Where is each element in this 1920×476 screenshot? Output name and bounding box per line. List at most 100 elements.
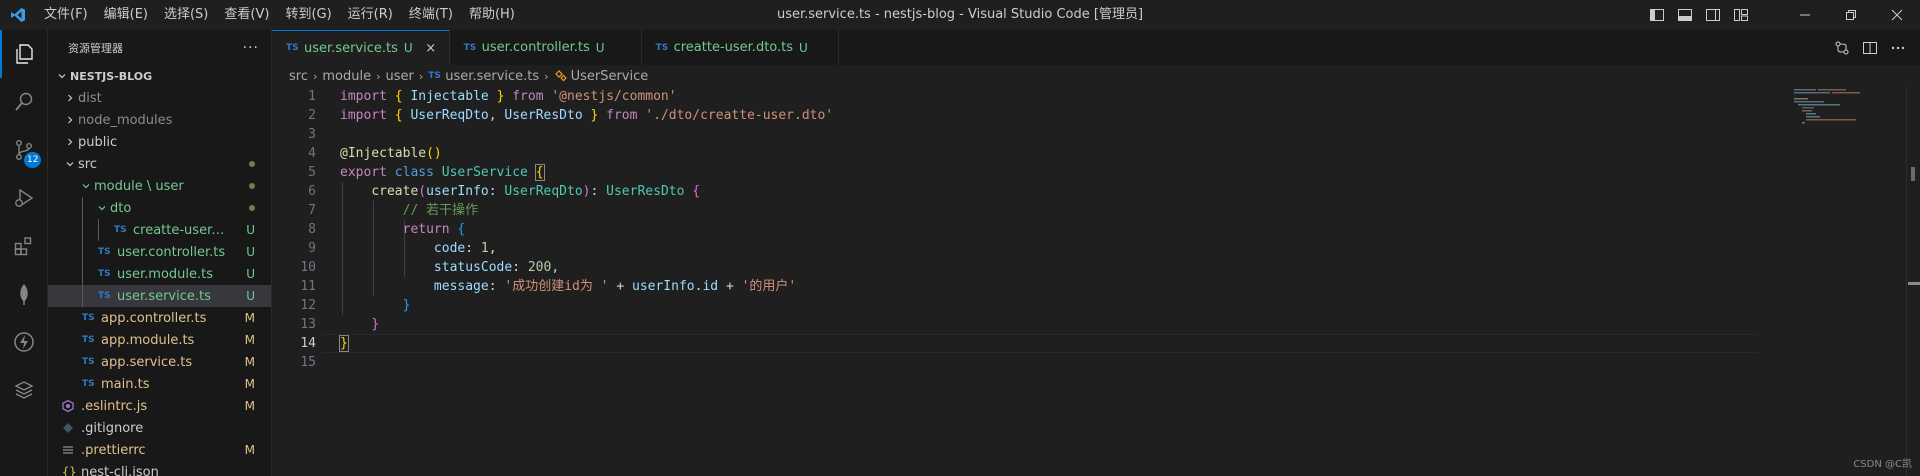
tab-git-status: U (403, 41, 413, 55)
tree-item-src[interactable]: src (48, 153, 271, 175)
tree-item-node-modules[interactable]: node_modules (48, 109, 271, 131)
menu-view[interactable]: 查看(V) (216, 0, 277, 30)
code-line: 1 import { Injectable } from '@nestjs/com… (272, 87, 1772, 106)
line-number: 2 (308, 108, 316, 123)
code-line: 9 code: 1, (272, 239, 1772, 258)
vertical-scrollbar[interactable] (1906, 87, 1920, 476)
line-number: 5 (308, 165, 316, 180)
line-number: 12 (300, 298, 316, 313)
code-editor[interactable]: 1 import { Injectable } from '@nestjs/com… (272, 87, 1772, 372)
tree-item-dist[interactable]: dist (48, 87, 271, 109)
menu-terminal[interactable]: 终端(T) (401, 0, 461, 30)
tree-item-nest-cli[interactable]: {} nest-cli.json (48, 461, 271, 476)
tree-item-prettierrc[interactable]: .prettierrc M (48, 439, 271, 461)
breadcrumb-user[interactable]: user (386, 69, 414, 84)
menu-go[interactable]: 转到(G) (277, 0, 339, 30)
chevron-right-icon: › (544, 69, 549, 83)
more-actions-icon[interactable] (1884, 30, 1912, 65)
typescript-file-icon: TS (98, 247, 111, 257)
more-actions-icon[interactable]: ··· (243, 40, 259, 56)
menu-edit[interactable]: 编辑(E) (96, 0, 156, 30)
run-debug-icon[interactable] (0, 174, 48, 222)
tab-user-controller[interactable]: TS user.controller.ts U (449, 30, 642, 65)
code-line: 13 } (272, 315, 1772, 334)
editor-tabs: TS user.service.ts U × TS user.controlle… (272, 30, 1920, 65)
database-icon[interactable] (0, 366, 48, 414)
tree-item-user-controller[interactable]: TS user.controller.ts U (48, 241, 271, 263)
search-icon[interactable] (0, 78, 48, 126)
tree-item-label: dto (110, 200, 132, 216)
line-number: 14 (300, 336, 316, 351)
split-editor-icon[interactable] (1856, 30, 1884, 65)
chevron-right-icon (62, 131, 78, 153)
tree-item-module-user[interactable]: module \ user (48, 175, 271, 197)
tree-item-label: dist (78, 90, 102, 106)
restore-icon[interactable] (1828, 0, 1874, 30)
line-number: 7 (308, 203, 316, 218)
code-line: 10 statusCode: 200, (272, 258, 1772, 277)
tree-item-public[interactable]: public (48, 131, 271, 153)
menu-selection[interactable]: 选择(S) (156, 0, 216, 30)
tab-user-service[interactable]: TS user.service.ts U × (272, 30, 450, 65)
typescript-file-icon: TS (428, 71, 441, 81)
explorer-icon[interactable] (0, 30, 48, 78)
indent-guide (82, 197, 83, 219)
extensions-icon[interactable] (0, 222, 48, 270)
line-number: 6 (308, 184, 316, 199)
toggle-panel-icon[interactable] (1674, 0, 1696, 30)
minimize-icon[interactable] (1782, 0, 1828, 30)
activity-bar: 12 (0, 30, 48, 476)
close-window-icon[interactable] (1874, 0, 1920, 30)
tree-item-app-service[interactable]: TS app.service.ts M (48, 351, 271, 373)
toggle-secondary-sidebar-icon[interactable] (1702, 0, 1724, 30)
typescript-file-icon: TS (114, 225, 127, 235)
line-number: 1 (308, 89, 316, 104)
json-file-icon: {} (62, 465, 77, 476)
tree-item-app-controller[interactable]: TS app.controller.ts M (48, 307, 271, 329)
indent-guide (82, 263, 83, 285)
tree-item-eslintrc[interactable]: .eslintrc.js M (48, 395, 271, 417)
tree-item-user-module[interactable]: TS user.module.ts U (48, 263, 271, 285)
code-line: 11 message: '成功创建id为 ' + userInfo.id + '… (272, 277, 1772, 296)
source-control-icon[interactable]: 12 (0, 126, 48, 174)
menu-run[interactable]: 运行(R) (340, 0, 401, 30)
typescript-file-icon: TS (82, 379, 95, 389)
customize-layout-icon[interactable] (1730, 0, 1752, 30)
minimap[interactable] (1792, 87, 1892, 127)
breadcrumb-src[interactable]: src (289, 69, 308, 84)
menu-help[interactable]: 帮助(H) (461, 0, 523, 30)
git-status: U (246, 245, 255, 259)
thunder-client-icon[interactable] (0, 318, 48, 366)
chevron-right-icon: › (312, 69, 318, 83)
git-status: M (244, 443, 255, 457)
line-number: 3 (308, 127, 316, 142)
chevron-down-icon (62, 153, 78, 175)
tree-item-user-service[interactable]: TS user.service.ts U (48, 285, 271, 307)
line-number: 11 (300, 279, 316, 294)
chevron-right-icon: › (376, 69, 381, 83)
tab-creatte-user-dto[interactable]: TS creatte-user.dto.ts U (641, 30, 839, 65)
mongodb-leaf-icon[interactable] (0, 270, 48, 318)
tree-item-app-module[interactable]: TS app.module.ts M (48, 329, 271, 351)
close-tab-icon[interactable]: × (423, 41, 439, 56)
tab-label: user.controller.ts (481, 40, 590, 55)
typescript-file-icon: TS (98, 269, 111, 279)
title-bar: 文件(F) 编辑(E) 选择(S) 查看(V) 转到(G) 运行(R) 终端(T… (0, 0, 1920, 30)
git-status: M (244, 377, 255, 391)
menu-file[interactable]: 文件(F) (36, 0, 96, 30)
tree-item-creatte-user-dto[interactable]: TS creatte-user.dt... U (48, 219, 271, 241)
toggle-primary-sidebar-icon[interactable] (1646, 0, 1668, 30)
project-root[interactable]: NESTJS-BLOG (48, 65, 271, 87)
breadcrumb-symbol[interactable]: UserService (571, 69, 649, 84)
explorer-header: 资源管理器 ··· (48, 30, 271, 65)
git-status: M (244, 355, 255, 369)
tab-label: creatte-user.dto.ts (673, 40, 794, 55)
breadcrumb-module[interactable]: module (322, 69, 371, 84)
tree-item-main[interactable]: TS main.ts M (48, 373, 271, 395)
open-changes-icon[interactable] (1828, 30, 1856, 65)
code-line: 4 @Injectable() (272, 144, 1772, 163)
breadcrumb-file[interactable]: user.service.ts (445, 69, 539, 84)
tree-item-gitignore[interactable]: .gitignore (48, 417, 271, 439)
indent-guide (98, 219, 99, 241)
tree-item-dto[interactable]: dto (48, 197, 271, 219)
